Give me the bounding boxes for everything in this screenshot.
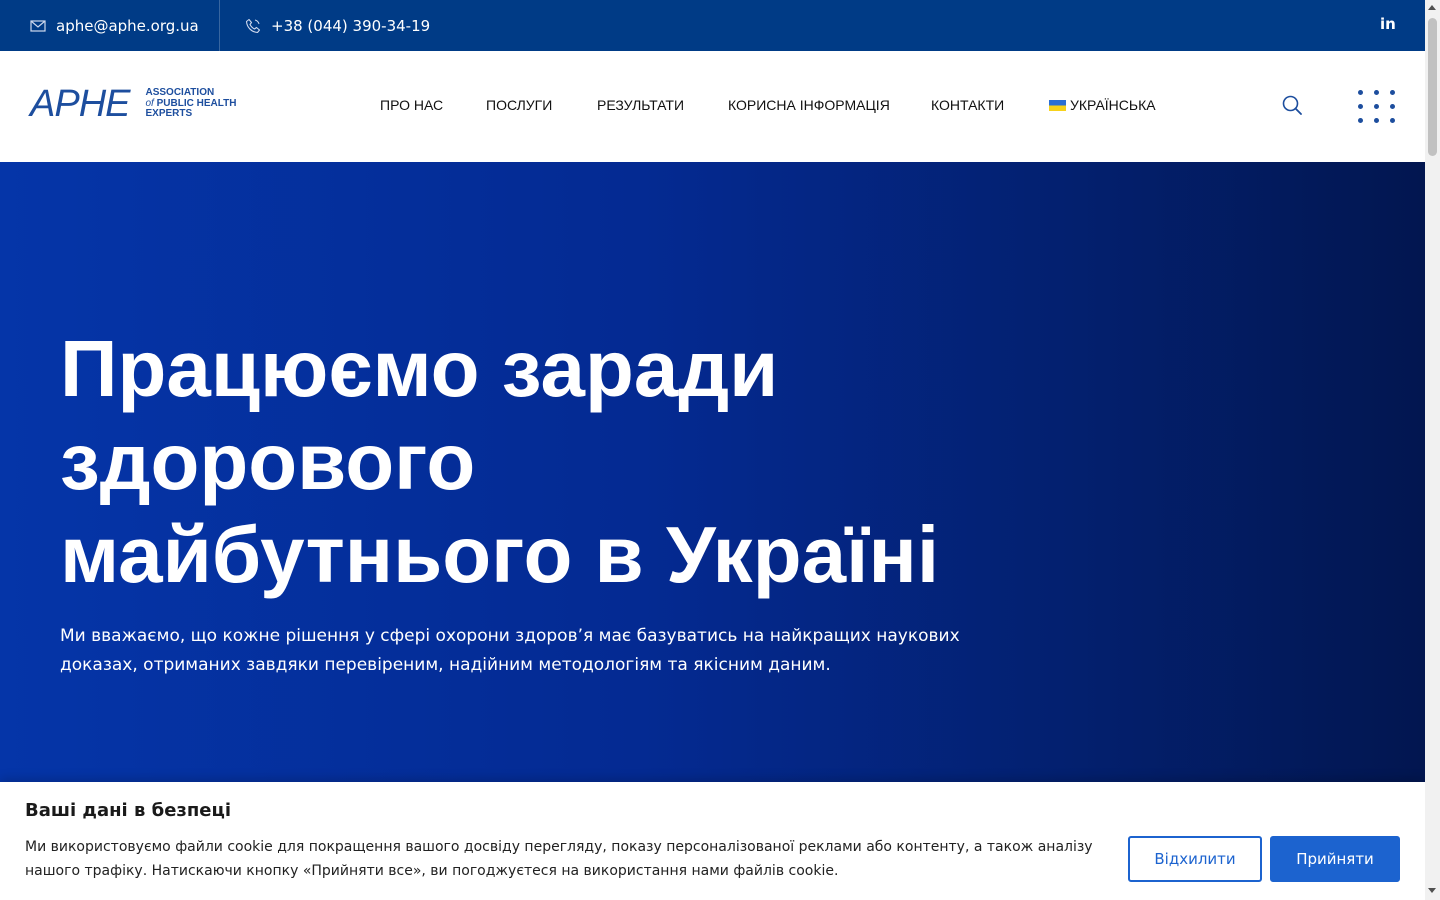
ukraine-flag-icon: [1049, 100, 1066, 111]
reject-cookies-button[interactable]: Відхилити: [1128, 836, 1262, 882]
cookie-text: Ми використовуємо файли cookie для покра…: [25, 839, 1093, 879]
language-label: УКРАЇНСЬКА: [1070, 97, 1156, 113]
hero-title-line: здорового: [60, 417, 476, 506]
search-icon[interactable]: [1282, 95, 1302, 119]
site-header: APHE ASSOCIATION of PUBLIC HEALTH EXPERT…: [0, 51, 1425, 162]
top-contact-bar: aphe@aphe.org.ua +38 (044) 390-34-19 in: [0, 0, 1425, 51]
topbar-divider: [219, 0, 220, 51]
scrollbar-thumb[interactable]: [1428, 18, 1437, 156]
logo-text: ASSOCIATION of PUBLIC HEALTH EXPERTS: [145, 88, 236, 120]
scroll-down-arrow-icon[interactable]: [1428, 888, 1436, 893]
email-link[interactable]: aphe@aphe.org.ua: [30, 0, 199, 51]
linkedin-icon[interactable]: in: [1380, 15, 1396, 33]
hero-title-line: Працюємо заради: [60, 324, 779, 413]
nav-item-useful-info[interactable]: КОРИСНА ІНФОРМАЦІЯ: [728, 97, 890, 113]
hero-title: Працюємо заради здорового майбутнього в …: [60, 322, 1060, 601]
scroll-up-arrow-icon[interactable]: [1428, 5, 1436, 10]
logo-line-1: ASSOCIATION: [145, 87, 215, 99]
page-scrollbar[interactable]: [1425, 0, 1440, 900]
envelope-icon: [30, 18, 46, 34]
cookie-banner: Ваші дані в безпеці Ми використовуємо фа…: [0, 782, 1425, 900]
logo-line-2: PUBLIC HEALTH: [153, 97, 237, 109]
logo-mark: APHE: [30, 83, 130, 125]
phone-link[interactable]: +38 (044) 390-34-19: [245, 0, 430, 51]
hero-section: Працюємо заради здорового майбутнього в …: [0, 162, 1425, 782]
nav-item-about[interactable]: ПРО НАС: [380, 97, 443, 113]
phone-text: +38 (044) 390-34-19: [271, 16, 431, 35]
language-switcher[interactable]: УКРАЇНСЬКА: [1049, 97, 1156, 113]
cookie-title: Ваші дані в безпеці: [25, 800, 232, 821]
logo-line-3: EXPERTS: [145, 108, 193, 120]
hero-subtitle: Ми вважаємо, що кожне рішення у сфері ох…: [60, 626, 960, 675]
nav-item-results[interactable]: РЕЗУЛЬТАТИ: [597, 97, 684, 113]
nav-item-services[interactable]: ПОСЛУГИ: [486, 97, 552, 113]
menu-grid-icon[interactable]: [1357, 89, 1397, 125]
accept-cookies-button[interactable]: Прийняти: [1270, 836, 1400, 882]
logo-line-2-prefix: of: [145, 97, 154, 109]
nav-item-contacts[interactable]: КОНТАКТИ: [931, 97, 1004, 113]
phone-icon: [245, 18, 261, 34]
logo[interactable]: APHE ASSOCIATION of PUBLIC HEALTH EXPERT…: [30, 83, 236, 125]
email-text: aphe@aphe.org.ua: [56, 16, 199, 35]
hero-title-line: майбутнього в Україні: [60, 510, 940, 599]
